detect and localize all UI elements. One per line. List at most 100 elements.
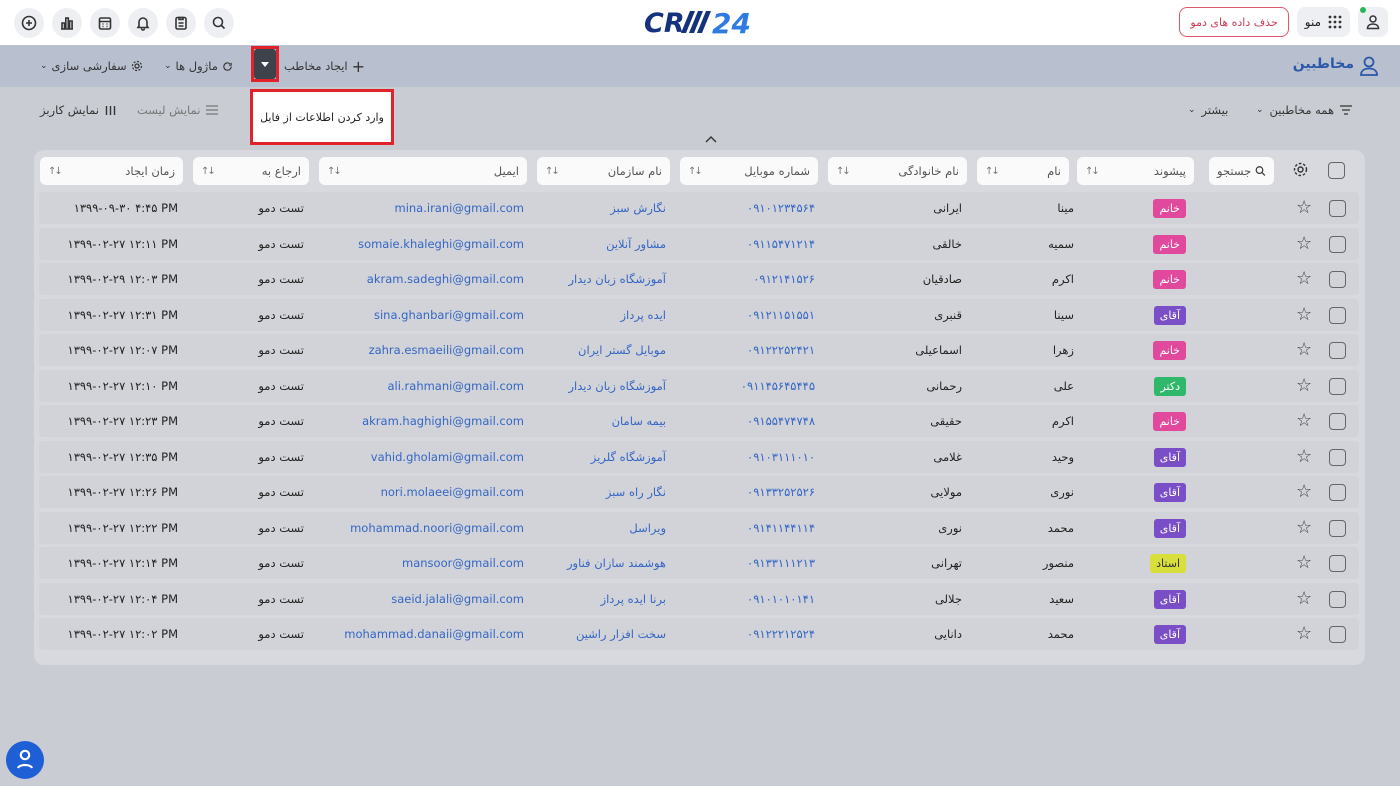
mobile-cell[interactable]: ۰۹۱۲۲۲۱۲۵۲۴ xyxy=(747,618,815,650)
organization-link[interactable]: برنا ایده پرداز xyxy=(601,583,666,615)
table-row[interactable]: ☆ آقای نوری مولایی ۰۹۱۳۳۲۵۲۵۲۶ نگار راه سبز no… xyxy=(39,476,1359,508)
star-icon[interactable]: ☆ xyxy=(1296,589,1312,608)
crm24-logo[interactable]: CR 24 xyxy=(642,6,760,38)
organization-link[interactable]: سخت افزار راشین xyxy=(576,618,666,650)
star-icon[interactable]: ☆ xyxy=(1296,483,1312,501)
organization-link[interactable]: بیمه سامان xyxy=(612,405,666,437)
import-from-file-menu-item[interactable]: وارد کردن اطلاعات از فایل xyxy=(253,92,391,142)
row-checkbox[interactable] xyxy=(1329,200,1346,217)
mobile-cell[interactable]: ۰۹۱۵۵۴۷۴۷۴۸ xyxy=(747,405,815,437)
organization-link[interactable]: نگار راه سبز xyxy=(606,476,666,508)
row-checkbox[interactable] xyxy=(1329,377,1346,395)
email-link[interactable]: mohammad.danaii@gmail.com xyxy=(344,618,524,650)
delete-demo-button[interactable]: حذف داده های دمو xyxy=(1179,7,1289,37)
organization-link[interactable]: مشاور آنلاین xyxy=(606,228,666,260)
email-link[interactable]: zahra.esmaeili@gmail.com xyxy=(369,334,524,366)
create-contact-dropdown-button[interactable] xyxy=(254,49,276,79)
user-view-toggle[interactable]: نمایش کاربز xyxy=(40,100,116,120)
email-link[interactable]: mina.irani@gmail.com xyxy=(395,192,525,224)
header-mobile[interactable]: ↑↓ شماره موبایل xyxy=(680,157,818,185)
customize-button[interactable]: ⌄ سفارشی سازی xyxy=(40,54,143,78)
organization-link[interactable]: نگارش سبز xyxy=(610,192,666,224)
table-row[interactable]: ☆ خانم زهرا اسماعیلی ۰۹۱۲۲۲۵۲۴۲۱ موبایل گستر … xyxy=(39,334,1359,366)
bell-icon[interactable] xyxy=(128,8,158,38)
email-link[interactable]: akram.sadeghi@gmail.com xyxy=(367,263,524,295)
mobile-cell[interactable]: ۰۹۱۰۱۲۳۴۵۶۴ xyxy=(747,192,815,224)
email-link[interactable]: saeid.jalali@gmail.com xyxy=(391,583,524,615)
table-row[interactable]: ☆ دکتر علی رحمانی ۰۹۱۱۴۵۶۴۵۴۴۵ آموزشگاه زبان … xyxy=(39,369,1359,402)
menu-button[interactable]: منو xyxy=(1296,7,1350,37)
organization-link[interactable]: ایده پرداز xyxy=(620,299,666,331)
star-icon[interactable]: ☆ xyxy=(1296,447,1312,466)
star-icon[interactable]: ☆ xyxy=(1296,199,1312,217)
row-checkbox[interactable] xyxy=(1329,555,1346,572)
table-row[interactable]: ☆ آقای سینا قنبری ۰۹۱۲۱۱۵۱۵۵۱ ایده پرداز sina.… xyxy=(39,298,1359,331)
collapse-icon[interactable] xyxy=(704,134,718,144)
organization-link[interactable]: هوشمند سازان فناور xyxy=(567,547,666,579)
header-email[interactable]: ↑↓ ایمیل xyxy=(319,157,527,185)
email-link[interactable]: somaie.khaleghi@gmail.com xyxy=(358,228,524,260)
email-link[interactable]: sina.ghanbari@gmail.com xyxy=(374,299,524,331)
add-icon[interactable] xyxy=(14,8,44,38)
table-row[interactable]: ☆ آقای محمد نوری ۰۹۱۴۱۱۴۴۱۱۴ ویراسل mohammad.n… xyxy=(39,511,1359,544)
modules-button[interactable]: ⌄ ماژول ها xyxy=(164,54,233,78)
header-prefix[interactable]: ↑↓ پیشوند xyxy=(1077,157,1194,185)
table-row[interactable]: ☆ خانم مینا ایرانی ۰۹۱۰۱۲۳۴۵۶۴ نگارش سبز mina.… xyxy=(39,192,1359,224)
star-icon[interactable]: ☆ xyxy=(1296,412,1312,430)
row-checkbox[interactable] xyxy=(1329,484,1346,501)
list-view-toggle[interactable]: نمایش لیست xyxy=(137,100,219,120)
user-profile-button[interactable] xyxy=(1358,7,1388,37)
row-checkbox[interactable] xyxy=(1329,306,1346,324)
mobile-cell[interactable]: ۰۹۱۳۳۲۵۲۵۲۶ xyxy=(747,476,815,508)
table-row[interactable]: ☆ استاد منصور تهرانی ۰۹۱۳۳۱۱۱۲۱۳ هوشمند سازان… xyxy=(39,547,1359,579)
mobile-cell[interactable]: ۰۹۱۱۴۵۶۴۵۴۴۵ xyxy=(741,370,815,402)
mobile-cell[interactable]: ۰۹۱۰۱۰۱۰۱۴۱ xyxy=(747,583,815,615)
star-icon[interactable]: ☆ xyxy=(1296,554,1312,572)
star-icon[interactable]: ☆ xyxy=(1296,625,1312,643)
more-dropdown[interactable]: ⌄ بیشتر xyxy=(1188,100,1228,120)
row-checkbox[interactable] xyxy=(1329,448,1346,466)
star-icon[interactable]: ☆ xyxy=(1296,234,1312,253)
email-link[interactable]: akram.haghighi@gmail.com xyxy=(362,405,524,437)
email-link[interactable]: ali.rahmani@gmail.com xyxy=(387,370,524,402)
header-referred-to[interactable]: ↑↓ ارجاع به xyxy=(193,157,309,185)
calendar-icon[interactable] xyxy=(90,8,120,38)
all-contacts-filter[interactable]: ⌄ همه مخاطبین xyxy=(1256,100,1353,120)
header-organization[interactable]: ↑↓ نام سازمان xyxy=(537,157,670,185)
email-link[interactable]: vahid.gholami@gmail.com xyxy=(371,441,524,473)
mobile-cell[interactable]: ۰۹۱۱۵۴۷۱۲۱۴ xyxy=(747,228,815,260)
row-checkbox[interactable] xyxy=(1329,519,1346,537)
star-icon[interactable]: ☆ xyxy=(1296,376,1312,395)
mobile-cell[interactable]: ۰۹۱۲۱۴۱۵۲۶ xyxy=(753,263,815,295)
header-created-at[interactable]: ↑↓ زمان ایجاد xyxy=(40,157,183,185)
organization-link[interactable]: ویراسل xyxy=(629,512,666,544)
organization-link[interactable]: موبایل گستر ایران xyxy=(578,334,666,366)
star-icon[interactable]: ☆ xyxy=(1296,305,1312,324)
organization-link[interactable]: آموزشگاه زبان دیدار xyxy=(569,263,667,295)
star-icon[interactable]: ☆ xyxy=(1296,270,1312,288)
email-link[interactable]: nori.molaeei@gmail.com xyxy=(381,476,524,508)
create-contact-button[interactable]: ایجاد مخاطب + xyxy=(284,54,365,78)
row-checkbox[interactable] xyxy=(1329,235,1346,253)
table-row[interactable]: ☆ خانم سمیه خالقی ۰۹۱۱۵۴۷۱۲۱۴ مشاور آنلاین som… xyxy=(39,227,1359,260)
star-icon[interactable]: ☆ xyxy=(1296,518,1312,537)
organization-link[interactable]: آموزشگاه زبان دیدار xyxy=(569,370,667,402)
table-row[interactable]: ☆ آقای وحید غلامی ۰۹۱۰۳۱۱۱۰۱۰ آموزشگاه گلریز v… xyxy=(39,440,1359,473)
mobile-cell[interactable]: ۰۹۱۳۳۱۱۱۲۱۳ xyxy=(747,547,815,579)
header-last-name[interactable]: ↑↓ نام خانوادگی xyxy=(828,157,967,185)
header-first-name[interactable]: ↑↓ نام xyxy=(977,157,1069,185)
row-checkbox[interactable] xyxy=(1329,342,1346,359)
mobile-cell[interactable]: ۰۹۱۴۱۱۴۴۱۱۴ xyxy=(747,512,815,544)
email-link[interactable]: mansoor@gmail.com xyxy=(402,547,524,579)
select-all-checkbox[interactable] xyxy=(1328,162,1345,179)
table-row[interactable]: ☆ خانم اکرم صادقیان ۰۹۱۲۱۴۱۵۲۶ آموزشگاه زبان … xyxy=(39,263,1359,295)
search-icon[interactable] xyxy=(204,8,234,38)
mobile-cell[interactable]: ۰۹۱۲۲۲۵۲۴۲۱ xyxy=(747,334,815,366)
reports-icon[interactable] xyxy=(52,8,82,38)
row-checkbox[interactable] xyxy=(1329,626,1346,643)
table-row[interactable]: ☆ آقای سعید جلالی ۰۹۱۰۱۰۱۰۱۴۱ برنا ایده پرداز… xyxy=(39,582,1359,615)
support-chat-button[interactable] xyxy=(6,741,44,779)
email-link[interactable]: mohammad.noori@gmail.com xyxy=(350,512,524,544)
search-button[interactable]: جستجو xyxy=(1209,157,1274,185)
row-checkbox[interactable] xyxy=(1329,271,1346,288)
